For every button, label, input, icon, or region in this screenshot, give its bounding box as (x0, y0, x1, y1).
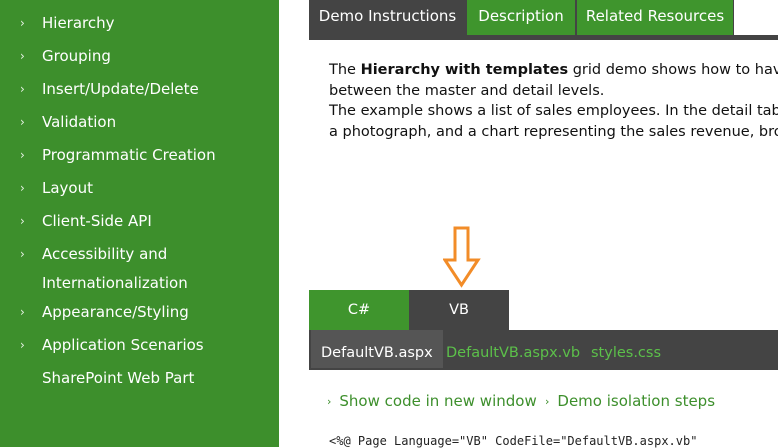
sidebar-item-label: Validation (42, 113, 117, 131)
chevron-right-icon: › (20, 148, 25, 162)
demo-description: The Hierarchy with templates grid demo s… (329, 60, 778, 142)
sidebar-item-label: Grouping (42, 47, 111, 65)
sidebar-nav: › Hierarchy › Grouping › Insert/Update/D… (0, 0, 279, 447)
chevron-right-icon: › (20, 16, 25, 30)
demo-isolation-label: Demo isolation steps (557, 392, 716, 410)
sidebar-item-label: Application Scenarios (42, 336, 204, 354)
sidebar-item-label: SharePoint Web Part (42, 369, 195, 387)
file-tab-defaultvb-aspx[interactable]: DefaultVB.aspx (311, 330, 443, 368)
chevron-right-icon: › (327, 395, 332, 408)
file-tab-defaultvb-aspx-vb[interactable]: DefaultVB.aspx.vb (446, 330, 580, 370)
chevron-right-icon: › (20, 214, 25, 228)
tab-description[interactable]: Description (467, 0, 575, 35)
tab-demo-instructions[interactable]: Demo Instructions (309, 0, 466, 35)
tab-related-resources[interactable]: Related Resources (577, 0, 733, 35)
description-line-3: The example shows a list of sales employ… (329, 103, 778, 119)
description-bold-text: Hierarchy with templates (360, 62, 569, 78)
file-tab-styles-css[interactable]: styles.css (591, 330, 661, 370)
sidebar-item-label: Appearance/Styling (42, 303, 189, 321)
description-line-4: a photograph, and a chart representing t… (329, 123, 778, 140)
tab-strip-gap (734, 0, 778, 35)
description-line-2: between the master and detail levels. (329, 82, 605, 99)
demo-tabs: Demo Instructions Description Related Re… (309, 0, 778, 40)
code-links: › Show code in new window › Demo isolation… (309, 392, 778, 414)
tab-vb[interactable]: VB (409, 290, 509, 330)
chevron-right-icon: › (20, 82, 25, 96)
description-text: grid demo shows how to have a (572, 62, 778, 78)
demo-isolation-link[interactable]: › Demo isolation steps (545, 392, 715, 410)
description-text: The (329, 62, 361, 78)
chevron-right-icon: › (20, 247, 25, 261)
sidebar-item-label: Hierarchy (42, 14, 115, 32)
sidebar-item-label: Layout (42, 179, 93, 197)
show-code-label: Show code in new window (339, 392, 537, 410)
show-code-link[interactable]: › Show code in new window (327, 392, 537, 410)
sidebar-item-label: Client-Side API (42, 212, 152, 230)
chevron-right-icon: › (20, 338, 25, 352)
tab-csharp[interactable]: C# (309, 290, 409, 330)
chevron-right-icon: › (20, 181, 25, 195)
sidebar-item-label: Accessibility and (42, 245, 168, 263)
code-snippet: <%@ Page Language="VB" CodeFile="Default… (329, 434, 698, 448)
file-tabs: DefaultVB.aspx DefaultVB.aspx.vb styles.… (309, 330, 778, 370)
chevron-right-icon: › (20, 115, 25, 129)
sidebar-item-label: Insert/Update/Delete (42, 80, 199, 98)
chevron-right-icon: › (20, 49, 25, 63)
description-line-1: The Hierarchy with templates grid demo s… (329, 60, 778, 81)
down-arrow-icon (443, 226, 481, 288)
sidebar-item-label: Programmatic Creation (42, 146, 216, 164)
chevron-right-icon: › (545, 395, 550, 408)
sidebar-item-accessibility[interactable]: › Accessibility and Internationalization (0, 240, 279, 298)
chevron-right-icon: › (20, 305, 25, 319)
sidebar-item-label-line2: Internationalization (42, 274, 188, 292)
